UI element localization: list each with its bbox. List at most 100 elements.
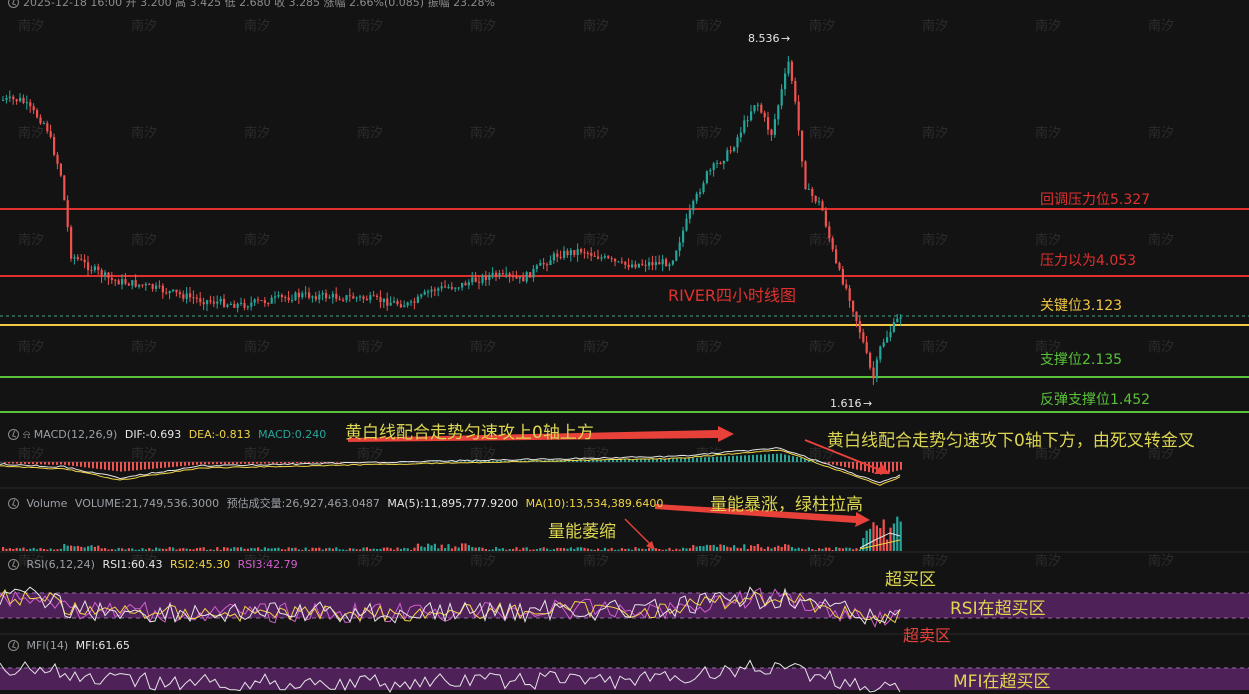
candle xyxy=(607,256,610,259)
macd-bar xyxy=(164,462,166,468)
candle xyxy=(814,195,817,202)
volume-bar xyxy=(637,548,640,551)
candle xyxy=(549,260,552,266)
candle xyxy=(83,259,86,263)
macd-bar xyxy=(268,462,270,464)
candlestick-chart[interactable]: 南汐 南汐 南汐 南汐 南汐 南汐 南汐 南汐 南汐 南汐 南汐南汐 南汐 南汐 南汐 南汐 南汐 南汐 南汐 南汐… xyxy=(0,0,1249,694)
volume-bar xyxy=(617,549,620,551)
candle xyxy=(678,242,681,251)
candle xyxy=(294,292,297,301)
candle xyxy=(267,302,270,304)
macd-bar xyxy=(232,462,234,465)
macd-bar xyxy=(496,460,498,462)
candle xyxy=(614,258,617,262)
candle xyxy=(726,150,729,161)
macd-bar xyxy=(796,456,798,462)
candle xyxy=(172,289,175,292)
overbought-label: 超买区 xyxy=(885,570,936,590)
macd-bar xyxy=(712,456,714,462)
chart-window: 2025-12-18 16:00 开 3.200 高 3.425 低 2.680… xyxy=(0,0,1249,694)
volume-bar xyxy=(454,546,457,551)
macd-bar xyxy=(52,462,54,465)
candle xyxy=(828,226,831,239)
volume-bar xyxy=(301,549,304,551)
candle xyxy=(420,294,423,297)
candle xyxy=(318,294,321,300)
volume-bar xyxy=(845,547,848,551)
macd-bar xyxy=(188,462,190,466)
volume-bar xyxy=(542,547,545,551)
macd-bar xyxy=(32,462,34,465)
macd-bar xyxy=(176,462,178,467)
macd-bar xyxy=(108,462,110,471)
macd-bar xyxy=(244,462,246,464)
volume-bar xyxy=(892,523,895,551)
macd-bar xyxy=(184,462,186,466)
macd-bar xyxy=(24,462,26,464)
candle xyxy=(335,293,338,299)
candle xyxy=(155,285,158,289)
collapse-icon[interactable] xyxy=(8,640,19,651)
volume-bar xyxy=(746,548,749,551)
volume-bar xyxy=(461,543,464,551)
volume-bar xyxy=(529,549,532,551)
candle xyxy=(59,163,62,176)
collapse-icon[interactable] xyxy=(8,429,19,440)
macd-bar xyxy=(652,458,654,462)
volume-bar xyxy=(478,547,481,551)
macd-bar xyxy=(152,462,154,469)
candle xyxy=(515,276,518,279)
candle xyxy=(209,300,212,302)
macd-bar xyxy=(800,457,802,462)
candle xyxy=(692,200,695,211)
volume-bar xyxy=(852,549,855,551)
candle xyxy=(386,298,389,306)
candle xyxy=(464,282,467,286)
volume-bar xyxy=(49,548,52,551)
watermark-text: 南汐 xyxy=(696,232,722,248)
candle xyxy=(369,295,372,301)
macd-bar xyxy=(888,462,890,473)
watermark-text: 南汐 xyxy=(1148,553,1174,569)
collapse-icon[interactable] xyxy=(8,498,19,509)
watermark-text: 南汐 xyxy=(18,232,44,248)
candle xyxy=(127,283,130,286)
candle xyxy=(654,262,657,266)
volume-bar xyxy=(42,548,45,551)
candle xyxy=(804,161,807,189)
volume-bar xyxy=(753,545,756,551)
macd-bar xyxy=(8,462,10,464)
volume-bar xyxy=(804,549,807,551)
macd-bar xyxy=(640,459,642,462)
macd-bar xyxy=(832,462,834,465)
volume-bar xyxy=(331,548,334,551)
candle xyxy=(682,230,685,243)
volume-bar xyxy=(83,547,86,551)
volume-bar xyxy=(644,549,647,551)
collapse-icon[interactable] xyxy=(8,559,19,570)
volume-bar xyxy=(246,548,249,551)
candle xyxy=(206,300,209,305)
volume-bar xyxy=(376,548,379,551)
candle xyxy=(665,259,668,267)
watermark-text: 南汐 xyxy=(18,339,44,355)
volume-bar xyxy=(437,548,440,551)
volume-bar xyxy=(73,546,76,551)
watermark-text: 南汐 xyxy=(244,125,270,141)
level-label-5327: 回调压力位5.327 xyxy=(1040,192,1151,208)
macd-bar xyxy=(828,462,830,464)
candle xyxy=(702,183,705,193)
alarm-icon[interactable]: ⍾ xyxy=(23,428,30,441)
volume-bar xyxy=(824,547,827,551)
candle xyxy=(396,301,399,305)
watermark-layer: 南汐 南汐 南汐 南汐 南汐 南汐 南汐 南汐 南汐 南汐 南汐南汐 南汐 南汐 南汐 南汐 南汐 南汐 南汐 南汐… xyxy=(18,18,1174,569)
macd-bar xyxy=(704,457,706,462)
macd-bar xyxy=(136,462,138,471)
volume-bar xyxy=(624,548,627,551)
volume-bar xyxy=(53,549,56,551)
macd-bar xyxy=(752,454,754,462)
candle xyxy=(746,120,749,122)
candle xyxy=(2,99,5,101)
volume-bar xyxy=(277,547,280,551)
macd-bar xyxy=(732,455,734,462)
